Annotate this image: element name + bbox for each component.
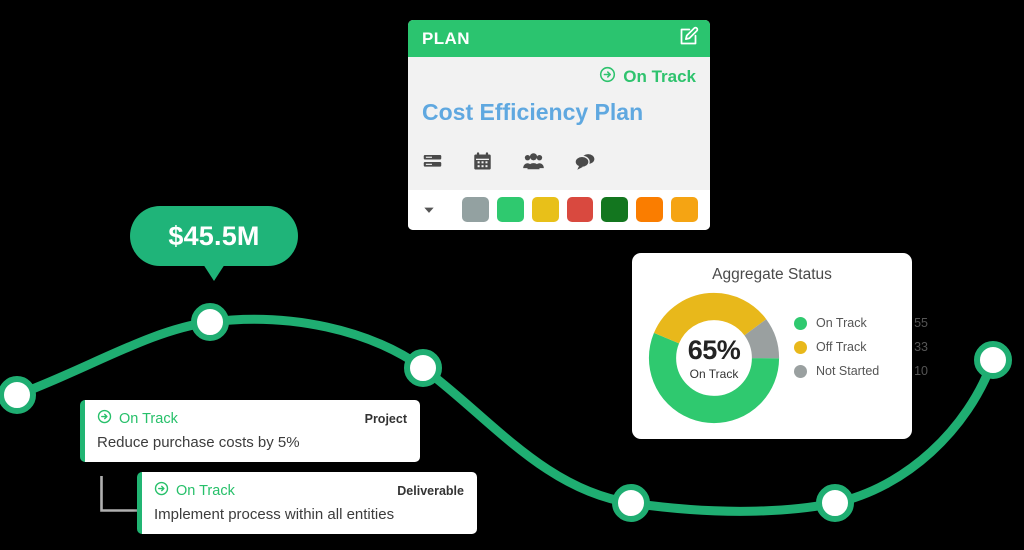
timeline-node[interactable] <box>404 349 442 387</box>
status-card-project-top: On Track Project <box>97 409 407 428</box>
circle-arrow-right-icon <box>599 66 616 88</box>
people-group-icon[interactable] <box>522 151 545 177</box>
chevron-down-icon[interactable] <box>422 203 436 217</box>
edit-pencil-square-icon[interactable] <box>678 26 699 52</box>
card-connector-line <box>100 476 138 512</box>
swatch-orange[interactable] <box>636 197 664 222</box>
aggregate-status-legend: On Track 55 Off Track 33 Not Started 10 <box>794 311 928 383</box>
value-tooltip: $45.5M <box>130 206 298 266</box>
timeline-node[interactable] <box>612 484 650 522</box>
status-card-deliverable-status-label: On Track <box>176 482 235 499</box>
plan-card-title: Cost Efficiency Plan <box>422 99 644 125</box>
value-tooltip-text: $45.5M <box>168 220 260 251</box>
status-card-deliverable-status: On Track <box>154 481 235 500</box>
legend-dot-on-track <box>794 316 807 330</box>
plan-card[interactable]: PLAN On Track Cost Efficiency Plan <box>408 20 710 230</box>
donut-chart: 65% On Track <box>646 290 782 426</box>
donut-chart-svg <box>648 292 780 424</box>
status-card-project-status-label: On Track <box>119 410 178 427</box>
server-stack-icon[interactable] <box>422 151 443 177</box>
legend-label-on-track: On Track <box>816 316 867 330</box>
circle-arrow-right-icon <box>97 409 112 428</box>
status-card-project-kind: Project <box>364 411 407 426</box>
legend-value-off-track: 33 <box>914 340 928 354</box>
plan-card-header-label: PLAN <box>422 28 470 48</box>
aggregate-status-title: Aggregate Status <box>712 266 832 283</box>
legend-value-on-track: 55 <box>914 316 928 330</box>
plan-card-body: On Track Cost Efficiency Plan <box>408 57 710 190</box>
canvas: $45.5M PLAN On Track Cost Efficiency Pla… <box>0 0 1024 550</box>
timeline-node[interactable] <box>0 376 36 414</box>
swatch-yellow[interactable] <box>531 197 559 222</box>
plan-card-icon-row <box>422 151 696 190</box>
status-card-deliverable[interactable]: On Track Deliverable Implement process w… <box>137 472 477 534</box>
status-card-deliverable-title: Implement process within all entities <box>154 506 395 523</box>
plan-card-swatch-row <box>408 190 710 230</box>
timeline-node[interactable] <box>816 484 854 522</box>
swatch-gray[interactable] <box>462 197 489 222</box>
circle-arrow-right-icon <box>154 481 169 500</box>
aggregate-status-card[interactable]: Aggregate Status 65% On Track On Track 5… <box>632 253 928 439</box>
swatch-red[interactable] <box>566 197 594 222</box>
legend-label-off-track: Off Track <box>816 340 867 354</box>
legend-item-not-started[interactable]: Not Started 10 <box>794 359 928 383</box>
timeline-node[interactable] <box>974 341 1012 379</box>
legend-label-not-started: Not Started <box>816 364 880 378</box>
swatch-amber[interactable] <box>671 197 699 222</box>
legend-dot-not-started <box>794 364 807 378</box>
swatch-green[interactable] <box>496 197 524 222</box>
status-card-deliverable-top: On Track Deliverable <box>154 481 464 500</box>
calendar-icon[interactable] <box>472 151 493 177</box>
plan-card-status-label: On Track <box>623 67 696 86</box>
swatch-dark-green[interactable] <box>601 197 629 222</box>
chat-bubbles-icon[interactable] <box>574 151 596 177</box>
legend-value-not-started: 10 <box>914 364 928 378</box>
status-card-deliverable-kind: Deliverable <box>397 483 464 498</box>
aggregate-status-body: 65% On Track On Track 55 Off Track 33 No… <box>632 290 928 426</box>
status-card-project[interactable]: On Track Project Reduce purchase costs b… <box>80 400 420 462</box>
plan-card-header: PLAN <box>408 20 710 57</box>
legend-dot-off-track <box>794 340 807 354</box>
legend-item-on-track[interactable]: On Track 55 <box>794 311 928 335</box>
status-card-project-status: On Track <box>97 409 178 428</box>
status-card-project-title: Reduce purchase costs by 5% <box>97 434 300 451</box>
plan-card-status: On Track <box>422 66 696 88</box>
timeline-node[interactable] <box>191 303 229 341</box>
value-tooltip-tail <box>203 264 225 281</box>
legend-item-off-track[interactable]: Off Track 33 <box>794 335 928 359</box>
